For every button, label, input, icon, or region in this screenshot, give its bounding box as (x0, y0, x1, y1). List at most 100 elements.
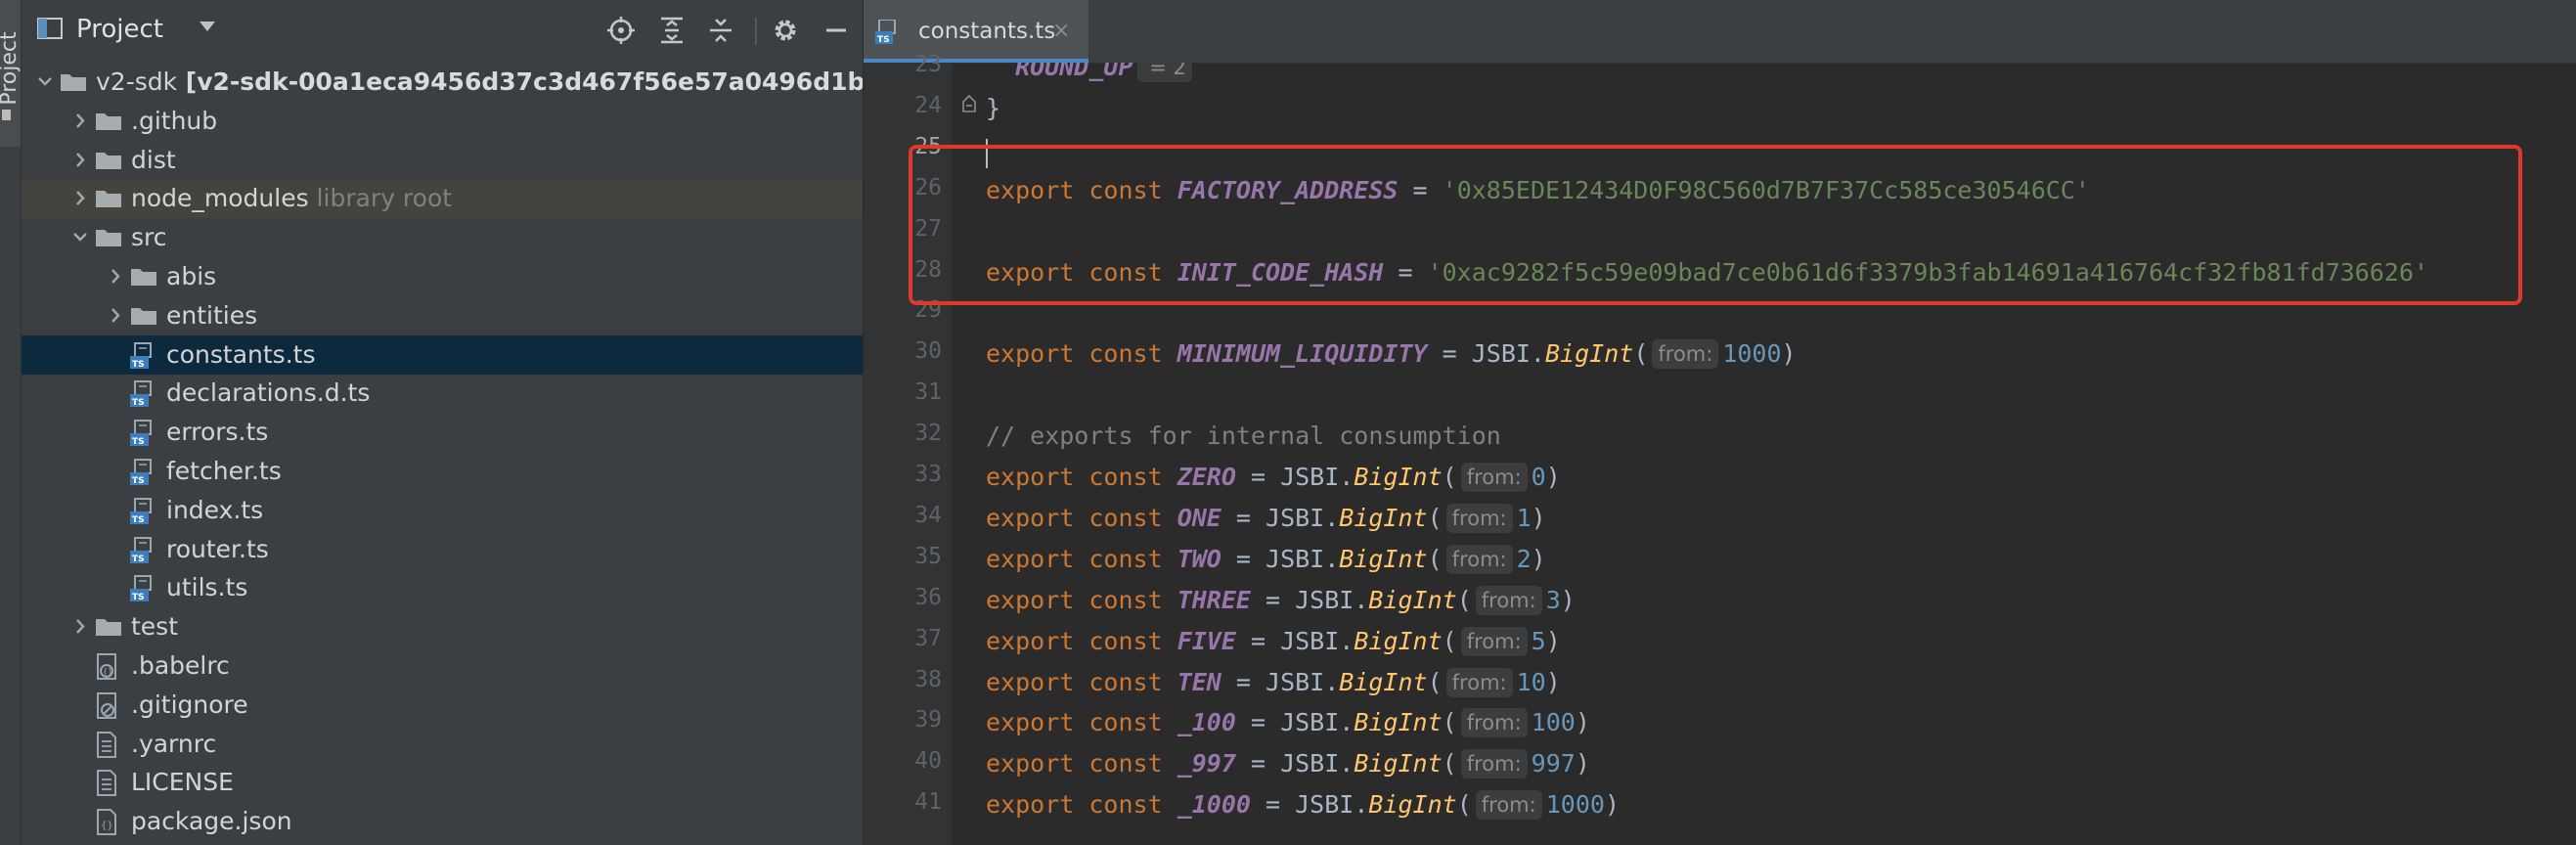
typescript-file-icon: TS (129, 536, 155, 564)
svg-text:TS: TS (132, 437, 145, 447)
code-line: export const ZERO = JSBI.BigInt(from: 0) (986, 457, 1561, 498)
chevron-down-icon[interactable] (200, 22, 215, 31)
code-line: export const _997 = JSBI.BigInt(from: 997… (986, 743, 1590, 784)
tree-item-entities[interactable]: entities (22, 296, 863, 335)
tree-item-dist[interactable]: dist (22, 141, 863, 180)
tree-item-test[interactable]: test (22, 607, 863, 646)
expand-all-icon[interactable] (657, 16, 687, 45)
tree-item-name: entities (166, 300, 258, 330)
code-token: 100 (1531, 708, 1576, 737)
tree-item-yarnrc[interactable]: .yarnrc (22, 725, 863, 764)
crosshair-icon[interactable] (606, 16, 636, 45)
code-line: export const FACTORY_ADDRESS = '0x85EDE1… (986, 170, 2090, 211)
code-token: const (1088, 749, 1163, 778)
svg-text:TS: TS (132, 555, 145, 564)
tree-item-constants-ts[interactable]: TS constants.ts (22, 334, 863, 375)
code-token: BigInt (1339, 667, 1428, 696)
tree-item-declarations-d-ts[interactable]: TS declarations.d.ts (22, 374, 863, 413)
tree-item-name: index.ts (166, 495, 264, 524)
text-file-icon (94, 731, 119, 759)
code-token: 10 (1516, 667, 1546, 696)
tree-item-src[interactable]: src (22, 218, 863, 257)
code-token: const (1088, 257, 1163, 287)
folder-icon (96, 189, 121, 208)
tree-item-utils-ts[interactable]: TS utils.ts (22, 568, 863, 607)
tree-item-name: constants.ts (166, 339, 316, 369)
chevron-right-icon[interactable] (70, 607, 90, 646)
typescript-file-icon: TS (129, 497, 155, 525)
project-view-icon (35, 14, 65, 43)
chevron-right-icon[interactable] (70, 102, 90, 141)
code-token: ( (1442, 708, 1457, 737)
tree-item-name: package.json (131, 807, 292, 836)
tree-item-name: src (131, 223, 167, 252)
chevron-down-icon[interactable] (70, 218, 90, 257)
tree-item-errors-ts[interactable]: TS errors.ts (22, 413, 863, 452)
code-line: export const _100 = JSBI.BigInt(from: 100… (986, 702, 1590, 743)
code-token: ( (1442, 626, 1457, 655)
code-area[interactable]: ROUND_UP = 2} export const FACTORY_ADDRES… (864, 63, 2576, 845)
collapse-all-icon[interactable] (706, 16, 735, 45)
folder-icon (2, 110, 11, 120)
code-token: ( (1427, 503, 1443, 532)
fold-icon[interactable] (961, 94, 977, 113)
typescript-file-icon: TS (129, 420, 155, 447)
code-token: const (1088, 544, 1163, 573)
gear-icon[interactable] (771, 16, 800, 45)
chevron-right-icon[interactable] (106, 296, 125, 335)
chevron-right-icon[interactable] (106, 257, 125, 296)
code-token: TWO (1177, 544, 1221, 573)
code-token: = (1383, 257, 1428, 287)
code-line: } (986, 88, 1000, 129)
tree-item-babelrc[interactable]: {} .babelrc (22, 646, 863, 686)
code-token: ) (1545, 463, 1561, 491)
parameter-hint: from: (1460, 463, 1528, 492)
typescript-file-icon: TS (129, 575, 155, 602)
parameter-hint: from: (1445, 667, 1513, 697)
gitignore-file-icon (94, 691, 119, 720)
project-tool-tab[interactable]: Project (0, 0, 22, 147)
parameter-hint: from: (1460, 749, 1528, 779)
tree-item-node-modules[interactable]: node_modules library root (22, 179, 863, 219)
tree-item-fetcher-ts[interactable]: TS fetcher.ts (22, 452, 863, 491)
tree-item-name: errors.ts (166, 418, 269, 447)
tree-item-v2-sdk[interactable]: v2-sdk [v2-sdk-00a1eca9456d37c3d467f56e5… (22, 63, 863, 102)
tree-item-license[interactable]: LICENSE (22, 763, 863, 802)
chevron-right-icon[interactable] (70, 141, 90, 180)
code-token: // exports for internal consumption (986, 422, 1501, 451)
svg-text:TS: TS (132, 515, 145, 525)
code-token: const (1088, 175, 1163, 204)
tree-item-index-ts[interactable]: TS index.ts (22, 491, 863, 530)
tree-item-abis[interactable]: abis (22, 257, 863, 296)
tree-item-gitignore[interactable]: .gitignore (22, 686, 863, 725)
typescript-file-icon: TS (129, 341, 155, 370)
code-line: // exports for internal consumption (986, 416, 1501, 457)
tree-item-package-json[interactable]: {} package.json (22, 802, 863, 841)
code-token: export (986, 626, 1075, 655)
code-line: export const INIT_CODE_HASH = '0xac9282f… (986, 252, 2428, 293)
svg-text:TS: TS (132, 398, 145, 408)
minimize-icon[interactable] (822, 16, 851, 45)
code-token: = JSBI. (1235, 463, 1355, 491)
code-token: BigInt (1339, 544, 1428, 573)
code-line: export const ONE = JSBI.BigInt(from: 1) (986, 498, 1546, 539)
chevron-right-icon[interactable] (70, 179, 90, 218)
project-panel-header: Project (22, 0, 863, 59)
chevron-down-icon[interactable] (35, 63, 55, 102)
folder-icon (61, 72, 86, 92)
close-icon[interactable]: × (1052, 0, 1070, 63)
code-token: 1 (1516, 503, 1532, 532)
tree-item-label: dist (131, 141, 176, 180)
code-token: INIT_CODE_HASH (1177, 257, 1384, 287)
code-token: const (1088, 585, 1163, 614)
tree-item-github[interactable]: .github (22, 102, 863, 141)
project-panel-title[interactable]: Project (76, 10, 163, 49)
code-token: FACTORY_ADDRESS (1177, 175, 1399, 204)
module-name: [v2-sdk-00a1eca9456d37c3d467f56e57a0496d… (177, 67, 864, 96)
tree-item-router-ts[interactable]: TS router.ts (22, 530, 863, 569)
